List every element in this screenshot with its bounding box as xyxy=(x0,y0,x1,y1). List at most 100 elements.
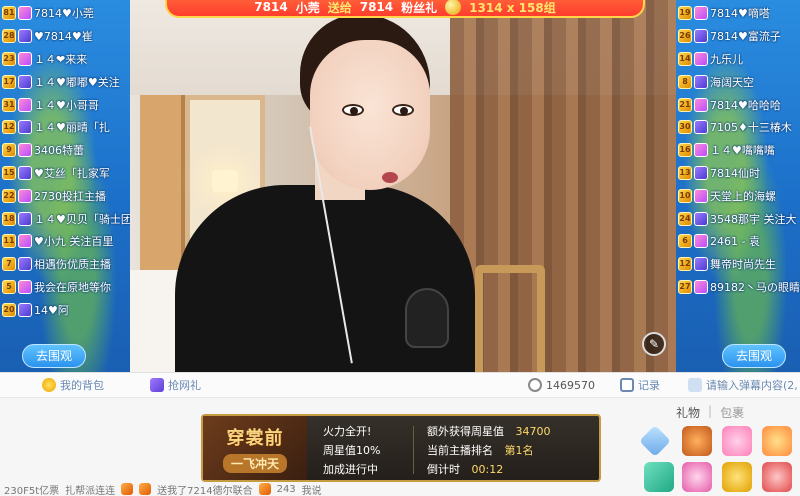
chat-line[interactable]: 22 2730投扛主播 xyxy=(0,184,130,207)
level-badge-icon: 11 xyxy=(2,234,16,249)
chat-line[interactable]: 10 天堂上的海螺 xyxy=(676,184,800,207)
danmaku-input[interactable]: 请输入弹幕内容(2, xyxy=(688,377,798,393)
chat-user-name: ♥7814♥崔 xyxy=(34,30,93,44)
level-badge-icon: 19 xyxy=(678,6,692,21)
chat-line[interactable]: 12 １４♥丽晴「扎 xyxy=(0,116,130,139)
chat-line[interactable]: 31 １４♥小哥哥 xyxy=(0,93,130,116)
fan-badge-icon xyxy=(18,188,32,203)
tab-gifts[interactable]: 礼物 xyxy=(676,404,700,421)
fan-badge-icon xyxy=(694,234,708,249)
chat-user-name: 舞帝时尚先生 xyxy=(710,258,776,272)
fan-badge-icon xyxy=(18,279,32,294)
edit-icon[interactable]: ✎ xyxy=(642,332,666,356)
activity-banner[interactable]: 穿裳前 一飞冲天 火力全开! 周星值10% 加成进行中 额外获得周星值 3470… xyxy=(201,414,601,482)
chat-user-name: ♥艾丝「扎家军 xyxy=(34,166,110,180)
chat-user-name: １４♥丽晴「扎 xyxy=(34,121,110,135)
chat-line[interactable]: 30 7105♦十三椿木 xyxy=(676,116,800,139)
live-video[interactable]: ✎ xyxy=(130,0,676,372)
chat-line[interactable]: 27 89182丶马の眼睛 xyxy=(676,276,800,299)
banner-gift: 粉丝礼 xyxy=(401,0,438,15)
chat-user-name: 3548那宇 关注大 xyxy=(710,212,797,226)
video-chair xyxy=(475,265,545,372)
chat-line[interactable]: 23 １４❤来来 xyxy=(0,48,130,71)
level-badge-icon: 26 xyxy=(678,29,692,44)
chat-user-name: 天堂上的海螺 xyxy=(710,189,776,203)
bottom-area: 穿裳前 一飞冲天 火力全开! 周星值10% 加成进行中 额外获得周星值 3470… xyxy=(0,398,800,496)
fan-badge-icon xyxy=(18,120,32,135)
fan-badge-icon xyxy=(18,29,32,44)
chat-gift-icon[interactable] xyxy=(644,462,674,492)
diamond-gift-icon[interactable] xyxy=(639,425,671,457)
activity-boost-info: 火力全开! 周星值10% 加成进行中 xyxy=(323,424,380,477)
record-label: 记录 xyxy=(638,379,660,392)
star-gift-icon[interactable] xyxy=(722,462,752,492)
level-badge-icon: 10 xyxy=(678,188,692,203)
rank-value: 第1名 xyxy=(504,444,534,457)
rank-label: 当前主播排名 xyxy=(427,444,493,457)
chat-line[interactable]: 21 7814♥哈哈哈 xyxy=(676,93,800,116)
chat-line[interactable]: 7 相遇伤优质主播 xyxy=(0,253,130,276)
chat-line[interactable]: 18 １４♥贝贝「骑士团 xyxy=(0,207,130,230)
my-backpack-button[interactable]: 我的背包 xyxy=(42,377,104,393)
level-badge-icon: 16 xyxy=(678,143,692,158)
rose-gift-icon[interactable] xyxy=(762,462,792,492)
chat-user-name: 2730投扛主播 xyxy=(34,189,106,203)
chat-line[interactable]: 81 7814♥小莞 xyxy=(0,2,130,25)
microphone xyxy=(405,288,449,348)
chat-line[interactable]: 11 ♥小九 关注百里 xyxy=(0,230,130,253)
viewer-icon xyxy=(528,378,542,392)
cake-gift-icon[interactable] xyxy=(682,426,712,456)
chat-line[interactable]: 17 １４♥嘟嘟♥关注 xyxy=(0,70,130,93)
chat-line[interactable]: 15 ♥艾丝「扎家军 xyxy=(0,162,130,185)
chat-user-name: １４♥嘴嘴嘴 xyxy=(710,144,775,158)
chat-line[interactable]: 9 3406特蕾 xyxy=(0,139,130,162)
chat-user-name: 7105♦十三椿木 xyxy=(710,121,792,135)
banner-target: 7814 xyxy=(359,0,394,14)
fire-power-text: 火力全开! xyxy=(323,425,372,438)
chat-line[interactable]: 8 海阔天空 xyxy=(676,70,800,93)
chat-line[interactable]: 5 我会在原地等你 xyxy=(0,276,130,299)
star-value-text: 周星值10% xyxy=(323,444,381,457)
right-chat-panel: 19 7814♥嘀嗒 26 7814♥富流子 14 九乐儿 8 海阔天空 21 7814♥哈哈哈 3… xyxy=(676,0,800,372)
chat-user-name: １４♥嘟嘟♥关注 xyxy=(34,75,120,89)
chat-line[interactable]: 12 舞帝时尚先生 xyxy=(676,253,800,276)
right-watch-button[interactable]: 去围观 xyxy=(722,344,786,368)
rank-row: 当前主播排名 第1名 xyxy=(427,443,551,458)
level-badge-icon: 20 xyxy=(2,302,16,317)
chat-line[interactable]: 14 九乐儿 xyxy=(676,48,800,71)
record-button[interactable]: 记录 xyxy=(620,377,660,393)
fan-badge-icon xyxy=(18,143,32,158)
boost-status-text: 加成进行中 xyxy=(323,463,378,476)
chat-line[interactable]: 13 7814仙时 xyxy=(676,162,800,185)
fan-badge-icon xyxy=(18,165,32,180)
chat-line[interactable]: 6 2461 - 袁 xyxy=(676,230,800,253)
left-watch-button[interactable]: 去围观 xyxy=(22,344,86,368)
level-badge-icon: 24 xyxy=(678,211,692,226)
chat-user-name: 7814♥富流子 xyxy=(710,30,781,44)
ticker-text-1: 230F5t亿票 xyxy=(4,485,60,496)
countdown-value: 00:12 xyxy=(471,463,504,476)
level-badge-icon: 12 xyxy=(2,120,16,135)
chat-line[interactable]: 24 3548那宇 关注大 xyxy=(676,207,800,230)
fan-badge-icon xyxy=(694,51,708,66)
level-badge-icon: 13 xyxy=(678,165,692,180)
tab-bag[interactable]: 包裹 xyxy=(720,404,744,421)
flower-gift-icon[interactable] xyxy=(762,426,792,456)
level-badge-icon: 17 xyxy=(2,74,16,89)
chat-line[interactable]: 26 7814♥富流子 xyxy=(676,25,800,48)
level-badge-icon: 5 xyxy=(2,279,16,294)
level-badge-icon: 23 xyxy=(2,51,16,66)
grab-gift-label: 抢网礼 xyxy=(168,379,201,392)
grab-gift-button[interactable]: 抢网礼 xyxy=(150,377,201,393)
chat-line[interactable]: 20 14♥阿 xyxy=(0,298,130,321)
chat-user-name: 7814♥小莞 xyxy=(34,7,94,21)
level-badge-icon: 7 xyxy=(2,257,16,272)
chat-line[interactable]: 19 7814♥嘀嗒 xyxy=(676,2,800,25)
heart-gift-icon[interactable] xyxy=(722,426,752,456)
chat-line[interactable]: 28 ♥7814♥崔 xyxy=(0,25,130,48)
viewer-count: 1469570 xyxy=(528,378,595,392)
level-badge-icon: 31 xyxy=(2,97,16,112)
chat-icon xyxy=(688,378,702,392)
lollipop-gift-icon[interactable] xyxy=(682,462,712,492)
chat-line[interactable]: 16 １４♥嘴嘴嘴 xyxy=(676,139,800,162)
